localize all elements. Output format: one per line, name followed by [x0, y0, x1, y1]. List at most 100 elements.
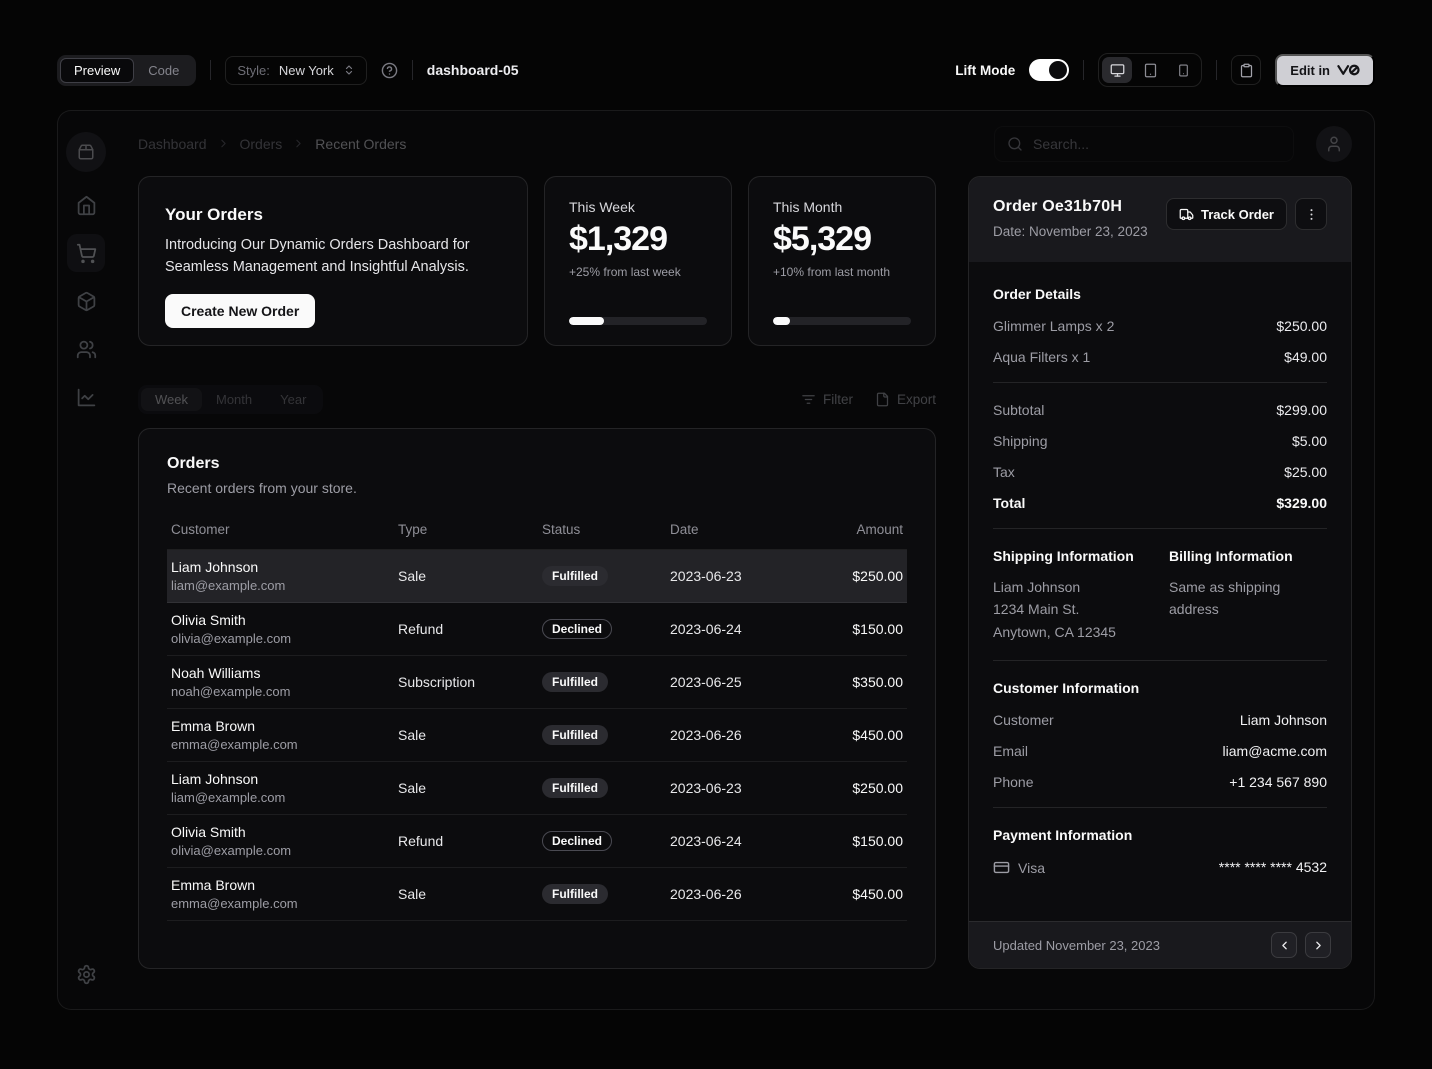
tab-preview[interactable]: Preview	[60, 58, 134, 83]
customer-name: Emma Brown	[171, 718, 398, 734]
customer-email: noah@example.com	[171, 684, 398, 699]
billing-info-title: Billing Information	[1169, 548, 1327, 564]
separator	[993, 528, 1327, 529]
create-new-order-button[interactable]: Create New Order	[165, 294, 315, 328]
tab-week[interactable]: Week	[141, 388, 202, 411]
sidebar	[58, 111, 114, 1009]
column-header-customer: Customer	[171, 522, 398, 537]
app-logo[interactable]	[66, 132, 106, 172]
users-icon	[76, 339, 97, 360]
sidebar-item-settings[interactable]	[67, 955, 105, 993]
stat-cards-row: Your Orders Introducing Our Dynamic Orde…	[138, 176, 936, 346]
toolbar-left: Preview Code Style: New York dashboard-0…	[57, 55, 519, 86]
copy-code-button[interactable]	[1231, 55, 1261, 85]
breadcrumb: Dashboard Orders Recent Orders	[138, 136, 406, 152]
shipping-line: Liam Johnson	[993, 576, 1151, 598]
breadcrumb-orders[interactable]: Orders	[240, 136, 283, 152]
card-title: Your Orders	[165, 205, 501, 225]
file-icon	[875, 392, 890, 407]
desktop-view-button[interactable]	[1102, 57, 1132, 83]
order-type: Refund	[398, 621, 542, 637]
shipping-info-title: Shipping Information	[993, 548, 1151, 564]
sidebar-item-home[interactable]	[67, 186, 105, 224]
info-value: liam@acme.com	[1223, 743, 1327, 759]
order-type: Sale	[398, 727, 542, 743]
truck-icon	[1179, 207, 1194, 222]
billing-line: Same as shipping address	[1169, 576, 1327, 621]
sidebar-item-products[interactable]	[67, 282, 105, 320]
export-button[interactable]: Export	[875, 392, 936, 407]
table-row[interactable]: Noah Williamsnoah@example.com Subscripti…	[167, 656, 907, 709]
order-date: 2023-06-25	[670, 674, 816, 690]
customer-email: liam@example.com	[171, 790, 398, 805]
order-amount: $250.00	[816, 568, 903, 584]
credit-card-icon	[993, 859, 1010, 876]
column-header-type: Type	[398, 522, 542, 537]
stat-value: $1,329	[569, 220, 707, 259]
info-value: +1 234 567 890	[1229, 774, 1327, 790]
sidebar-nav	[67, 186, 105, 416]
order-more-button[interactable]	[1295, 198, 1327, 230]
table-row[interactable]: Liam Johnsonliam@example.com Sale Fulfil…	[167, 550, 907, 603]
total-label: Total	[993, 495, 1025, 511]
shipping-row: Shipping $5.00	[993, 433, 1327, 449]
table-row[interactable]: Emma Brownemma@example.com Sale Fulfille…	[167, 868, 907, 921]
customer-name: Emma Brown	[171, 877, 398, 893]
total-row: Total $329.00	[993, 495, 1327, 511]
sidebar-item-analytics[interactable]	[67, 378, 105, 416]
left-column: Your Orders Introducing Our Dynamic Orde…	[138, 176, 936, 969]
order-date-label: Date: November 23, 2023	[993, 224, 1148, 239]
tab-code[interactable]: Code	[134, 58, 193, 83]
order-date: 2023-06-24	[670, 621, 816, 637]
divider	[1216, 60, 1217, 80]
track-order-button[interactable]: Track Order	[1166, 198, 1287, 230]
stat-value: $5,329	[773, 220, 911, 259]
previous-order-button[interactable]	[1271, 932, 1297, 958]
order-type: Sale	[398, 780, 542, 796]
circle-help-icon[interactable]	[381, 62, 398, 79]
table-row[interactable]: Emma Brownemma@example.com Sale Fulfille…	[167, 709, 907, 762]
shipping-line: Anytown, CA 12345	[993, 621, 1151, 643]
status-badge: Fulfilled	[542, 778, 608, 798]
tab-year[interactable]: Year	[266, 388, 320, 411]
table-row[interactable]: Olivia Smitholivia@example.com Refund De…	[167, 603, 907, 656]
info-label: Phone	[993, 774, 1033, 790]
sidebar-item-customers[interactable]	[67, 330, 105, 368]
mobile-view-button[interactable]	[1168, 57, 1198, 83]
sidebar-item-orders[interactable]	[67, 234, 105, 272]
home-icon	[76, 195, 97, 216]
table-header-row: Customer Type Status Date Amount	[167, 518, 907, 550]
user-menu-button[interactable]	[1316, 126, 1352, 162]
total-amount: $329.00	[1276, 495, 1327, 511]
breadcrumb-dashboard[interactable]: Dashboard	[138, 136, 207, 152]
shipping-label: Shipping	[993, 433, 1048, 449]
main-area: Dashboard Orders Recent Orders	[114, 111, 1375, 1009]
top-toolbar: Preview Code Style: New York dashboard-0…	[57, 54, 1375, 86]
lift-mode-toggle[interactable]	[1029, 59, 1069, 81]
table-tools: Filter Export	[801, 392, 936, 407]
style-select-value: New York	[279, 63, 334, 78]
dashboard-preview: Dashboard Orders Recent Orders	[57, 110, 1375, 1010]
filter-button[interactable]: Filter	[801, 392, 853, 407]
chevron-right-icon	[292, 137, 305, 150]
column-header-amount: Amount	[816, 522, 903, 537]
tablet-view-button[interactable]	[1135, 57, 1165, 83]
edit-in-v0-button[interactable]: Edit in	[1275, 54, 1375, 87]
package-icon	[76, 291, 97, 312]
order-amount: $450.00	[816, 727, 903, 743]
tab-month[interactable]: Month	[202, 388, 266, 411]
next-order-button[interactable]	[1305, 932, 1331, 958]
orders-table: Customer Type Status Date Amount Liam Jo…	[167, 518, 907, 921]
package-2-icon	[77, 143, 95, 161]
table-row[interactable]: Olivia Smitholivia@example.com Refund De…	[167, 815, 907, 868]
export-label: Export	[897, 392, 936, 407]
order-type: Sale	[398, 886, 542, 902]
style-select[interactable]: Style: New York	[225, 56, 366, 85]
breadcrumb-recent-orders: Recent Orders	[315, 136, 406, 152]
tablet-icon	[1143, 63, 1158, 78]
tax-label: Tax	[993, 464, 1015, 480]
table-row[interactable]: Liam Johnsonliam@example.com Sale Fulfil…	[167, 762, 907, 815]
payment-method: Visa	[1018, 860, 1045, 876]
search-input[interactable]	[1033, 136, 1281, 152]
order-panel-footer: Updated November 23, 2023	[969, 921, 1351, 968]
